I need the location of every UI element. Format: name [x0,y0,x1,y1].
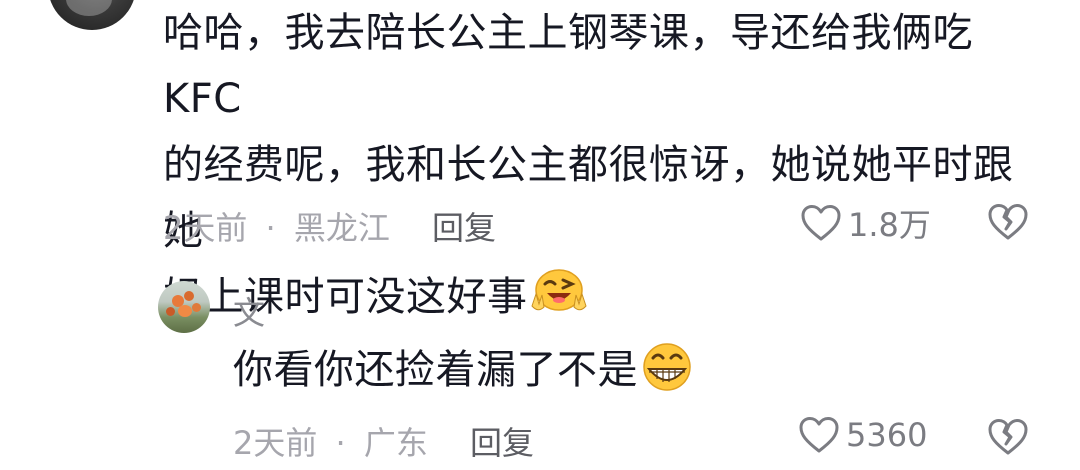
wink-peace-emoji-icon [528,266,587,314]
replier-username[interactable]: 文 [233,288,265,334]
reply-meta: 2天前 · 广东 [233,418,428,464]
grin-emoji-icon [638,341,696,391]
comment-time: 2天前 [163,209,248,247]
comment-line-3: 妈上课时可没这好事 [163,264,1043,330]
comment-like-button[interactable]: 1.8万 [800,200,931,246]
comment-dislike-button[interactable] [986,202,1030,242]
broken-heart-icon [988,204,1028,240]
replier-avatar[interactable] [158,281,210,333]
comment-location: 黑龙江 [293,209,390,247]
meta-separator: · [265,209,276,247]
reply-text: 你看你还捡着漏了不是 [233,347,638,393]
heart-icon [801,205,841,241]
reply-body: 你看你还捡着漏了不是 [233,340,696,400]
comment-line-1: 哈哈，我去陪长公主上钢琴课，导还给我俩吃KFC [163,10,973,122]
reply-reply-button[interactable]: 回复 [470,418,534,464]
commenter-avatar[interactable] [48,0,136,30]
reply-dislike-button[interactable] [986,417,1030,457]
heart-icon [799,417,839,453]
reply-time: 2天前 [233,424,318,462]
comment-line-3-text: 妈上课时可没这好事 [163,274,528,320]
reply-location: 广东 [363,424,428,462]
comment-like-count: 1.8万 [848,206,931,244]
comment-meta: 2天前 · 黑龙江 [163,203,390,249]
reply-like-button[interactable]: 5360 [798,415,927,455]
comment-reply-button[interactable]: 回复 [432,203,496,249]
reply-like-count: 5360 [846,416,928,454]
meta-separator: · [335,424,346,462]
comment-body: 哈哈，我去陪长公主上钢琴课，导还给我俩吃KFC 的经费呢，我和长公主都很惊讶，她… [163,0,1043,330]
broken-heart-icon [988,419,1028,455]
